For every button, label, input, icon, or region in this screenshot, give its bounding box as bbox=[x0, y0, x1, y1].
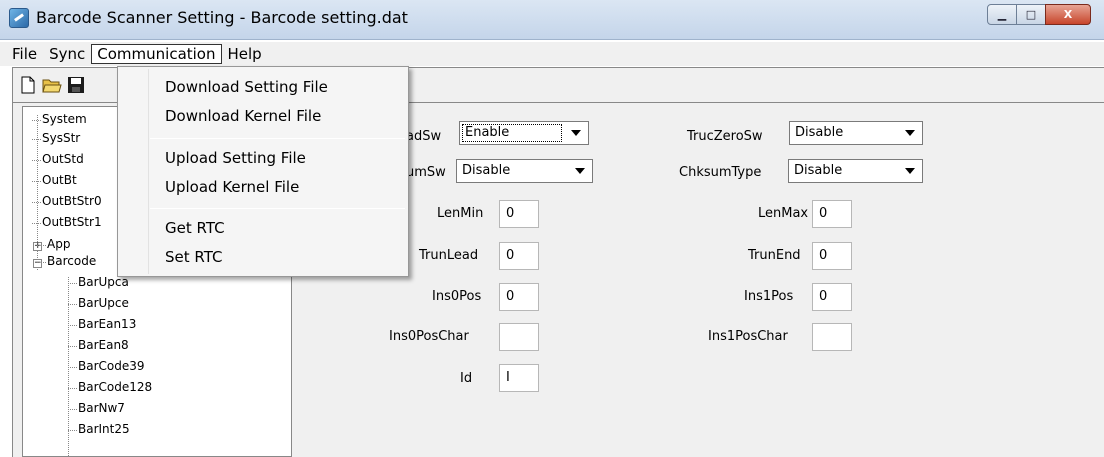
label-ins1-pos: Ins1Pos bbox=[744, 289, 794, 304]
tree-item-barcode39[interactable]: BarCode39 bbox=[68, 359, 145, 373]
tree-item-outbt[interactable]: OutBt bbox=[32, 173, 77, 187]
label-trun-lead: TrunLead bbox=[419, 248, 479, 263]
tree-item-barnw7[interactable]: BarNw7 bbox=[68, 401, 125, 415]
menu-item-set-rtc[interactable]: Set RTC bbox=[165, 248, 223, 266]
menu-item-download-kernel-file[interactable]: Download Kernel File bbox=[165, 107, 321, 125]
chksum-type-value: Disable bbox=[794, 163, 843, 178]
tree-item-outstd[interactable]: OutStd bbox=[32, 152, 84, 166]
communication-menu: Download Setting File Download Kernel Fi… bbox=[117, 66, 409, 277]
menu-item-get-rtc[interactable]: Get RTC bbox=[165, 219, 225, 237]
window-controls: ▁ □ X bbox=[987, 4, 1091, 25]
tree-item-barean13[interactable]: BarEan13 bbox=[67, 317, 136, 331]
menu-item-upload-setting-file[interactable]: Upload Setting File bbox=[165, 149, 306, 167]
tree-item-outbtstr1[interactable]: OutBtStr1 bbox=[32, 215, 102, 229]
tree-item-barcode[interactable]: Barcode bbox=[36, 254, 96, 268]
tree-item-barupca[interactable]: BarUpca bbox=[68, 275, 129, 289]
dropdown-arrow-icon bbox=[905, 130, 915, 136]
menu-item-upload-kernel-file[interactable]: Upload Kernel File bbox=[165, 178, 299, 196]
collapse-barcode-icon[interactable]: − bbox=[33, 259, 42, 268]
trunc-zero-sw-value: Disable bbox=[795, 125, 844, 140]
tree-item-barint25[interactable]: BarInt25 bbox=[68, 422, 130, 436]
open-folder-icon[interactable] bbox=[41, 74, 63, 96]
menu-separator bbox=[150, 208, 405, 209]
menu-file[interactable]: File bbox=[6, 44, 43, 64]
close-button[interactable]: X bbox=[1045, 4, 1091, 25]
menu-help[interactable]: Help bbox=[222, 44, 268, 64]
len-max-input[interactable]: 0 bbox=[812, 200, 852, 228]
focus-rect bbox=[462, 124, 562, 142]
label-ins0-pos: Ins0Pos bbox=[432, 289, 482, 304]
menu-sync[interactable]: Sync bbox=[43, 44, 91, 64]
menu-item-download-setting-file[interactable]: Download Setting File bbox=[165, 78, 328, 96]
tree-item-app[interactable]: App bbox=[36, 237, 70, 251]
dropdown-arrow-icon bbox=[575, 168, 585, 174]
expand-app-icon[interactable]: + bbox=[33, 242, 42, 251]
label-len-min: LenMin bbox=[437, 206, 484, 221]
menu-bar: File Sync Communication Help bbox=[0, 42, 1104, 66]
label-len-max: LenMax bbox=[758, 206, 809, 221]
ins1-pos-input[interactable]: 0 bbox=[812, 283, 852, 311]
label-id: Id bbox=[460, 371, 473, 386]
settings-panel: adSw Enable TrucZeroSw Disable umSw Disa… bbox=[292, 103, 1104, 457]
trun-end-input[interactable]: 0 bbox=[812, 242, 852, 270]
label-ins0-pos-char: Ins0PosChar bbox=[389, 329, 469, 344]
chksum-sw-select[interactable]: Disable bbox=[456, 159, 593, 183]
trunc-zero-sw-select[interactable]: Disable bbox=[789, 121, 923, 145]
maximize-button[interactable]: □ bbox=[1016, 4, 1046, 25]
window-title: Barcode Scanner Setting - Barcode settin… bbox=[36, 8, 408, 27]
lead-sw-select[interactable]: Enable bbox=[459, 121, 589, 145]
ins0-pos-char-input[interactable] bbox=[499, 323, 539, 351]
ins0-pos-input[interactable]: 0 bbox=[499, 283, 539, 311]
dropdown-arrow-icon bbox=[905, 168, 915, 174]
label-ins1-pos-char: Ins1PosChar bbox=[708, 329, 788, 344]
tree-item-system[interactable]: System bbox=[32, 112, 87, 126]
trun-lead-input[interactable]: 0 bbox=[499, 242, 539, 270]
ins1-pos-char-input[interactable] bbox=[812, 323, 852, 351]
menu-separator bbox=[150, 138, 405, 139]
chksum-sw-value: Disable bbox=[462, 163, 511, 178]
menu-communication[interactable]: Communication bbox=[91, 44, 222, 64]
minimize-button[interactable]: ▁ bbox=[987, 4, 1017, 25]
tree-item-outbtstr0[interactable]: OutBtStr0 bbox=[32, 194, 102, 208]
label-chksum-sw: umSw bbox=[406, 165, 446, 180]
label-lead-sw: adSw bbox=[406, 129, 442, 144]
chksum-type-select[interactable]: Disable bbox=[788, 159, 923, 183]
dropdown-arrow-icon bbox=[571, 130, 581, 136]
label-trun-end: TrunEnd bbox=[748, 248, 801, 263]
tree-item-barcode128[interactable]: BarCode128 bbox=[67, 380, 152, 394]
label-trunc-zero-sw: TrucZeroSw bbox=[687, 129, 763, 144]
tree-item-barupce[interactable]: BarUpce bbox=[68, 296, 129, 310]
new-file-icon[interactable] bbox=[17, 74, 39, 96]
tree-item-sysstr[interactable]: SysStr bbox=[31, 131, 80, 145]
app-icon bbox=[9, 8, 29, 28]
label-chksum-type: ChksumType bbox=[679, 165, 762, 180]
title-bar: Barcode Scanner Setting - Barcode settin… bbox=[0, 0, 1104, 40]
save-disk-icon[interactable] bbox=[65, 74, 87, 96]
tree-item-barean8[interactable]: BarEan8 bbox=[68, 338, 129, 352]
id-input[interactable]: I bbox=[499, 364, 539, 392]
len-min-input[interactable]: 0 bbox=[499, 200, 539, 228]
menu-icon-column bbox=[148, 69, 149, 274]
